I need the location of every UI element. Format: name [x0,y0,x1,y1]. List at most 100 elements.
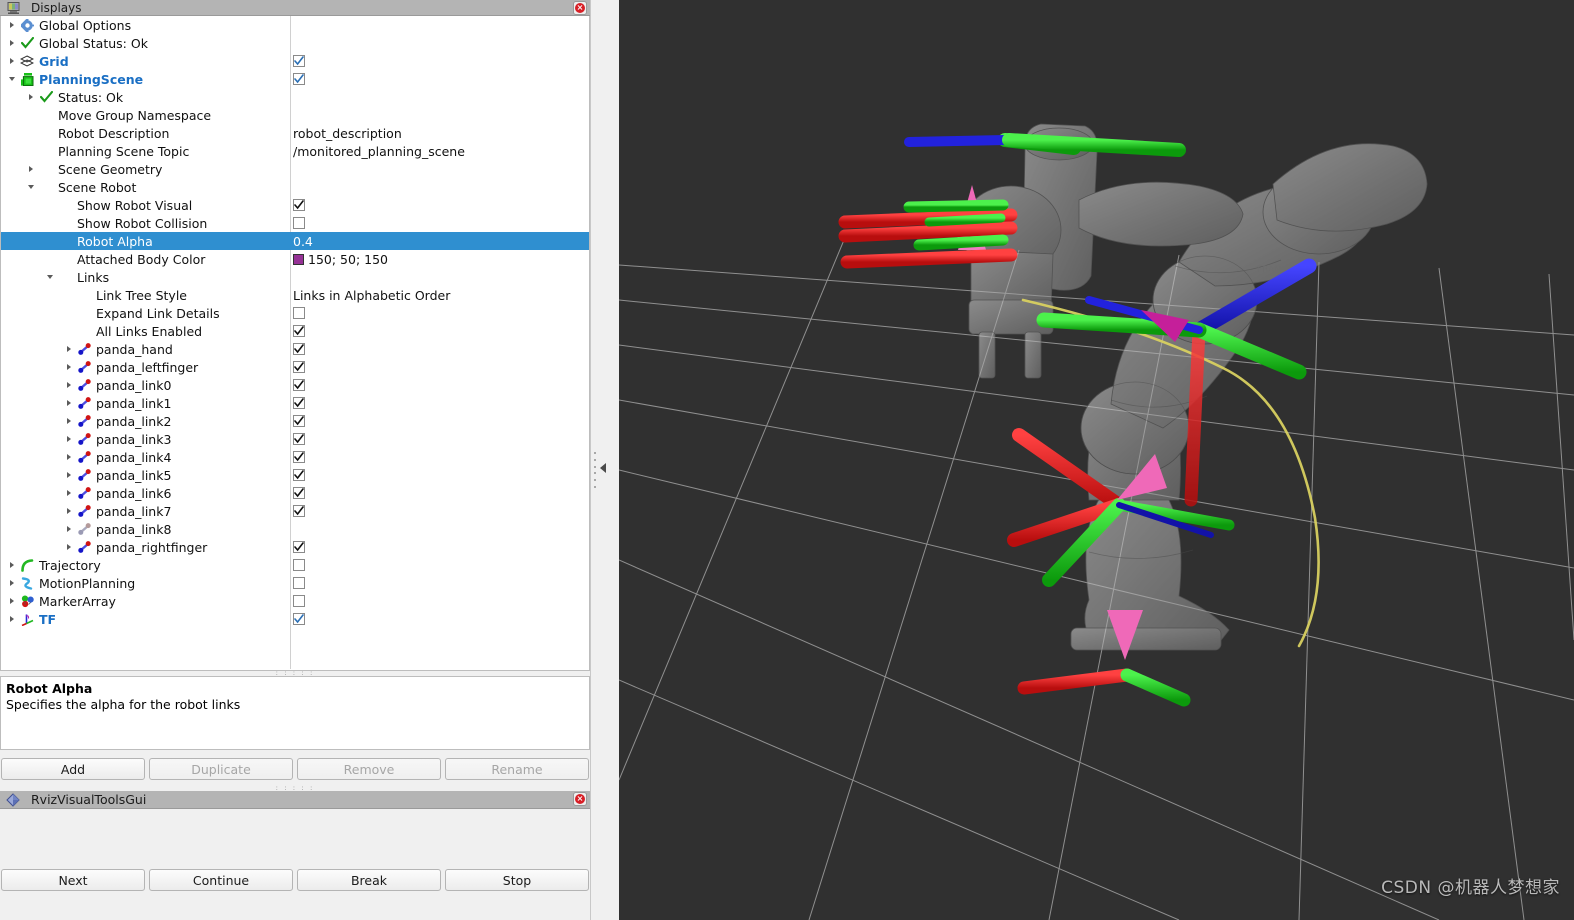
tree-row-value-cell: robot_description [293,124,402,142]
tree-row-link-tree-style[interactable]: Link Tree Style Links in Alphabetic Order [1,286,589,304]
tree-row-robot-alpha[interactable]: Robot Alpha 0.4 [1,232,589,250]
checkbox-markerarray[interactable] [293,595,305,607]
checkbox-show-robot-visual[interactable] [293,199,305,211]
checkbox-expand-link-details[interactable] [293,307,305,319]
tree-row-label: Expand Link Details [96,305,220,321]
checkbox-panda-hand[interactable] [293,343,305,355]
checkbox-panda-link4[interactable] [293,451,305,463]
chevron-right-icon[interactable] [62,412,75,430]
collapse-left-arrow-icon[interactable] [600,463,606,473]
tree-row-planning-scene-topic[interactable]: Planning Scene Topic/monitored_planning_… [1,142,589,160]
tree-row-panda-rightfinger[interactable]: panda_rightfinger [1,538,589,556]
tree-row-panda-link1[interactable]: panda_link1 [1,394,589,412]
tree-row-all-links-enabled[interactable]: All Links Enabled [1,322,589,340]
checkbox-panda-link0[interactable] [293,379,305,391]
tree-row-panda-link4[interactable]: panda_link4 [1,448,589,466]
checkbox-tf[interactable] [293,613,305,625]
chevron-right-icon[interactable] [62,376,75,394]
rviz-visual-tools-close-button[interactable]: × [573,792,587,806]
chevron-down-icon[interactable] [5,70,18,88]
tree-row-show-robot-visual[interactable]: Show Robot Visual [1,196,589,214]
tree-row-value[interactable]: /monitored_planning_scene [293,144,465,159]
tree-row-scene-robot[interactable]: Scene Robot [1,178,589,196]
displays-tree[interactable]: Global Options Global Status: Ok Grid Plann… [0,16,590,671]
chevron-right-icon[interactable] [5,574,18,592]
tree-row-panda-link5[interactable]: panda_link5 [1,466,589,484]
chevron-right-icon[interactable] [62,520,75,538]
chevron-right-icon[interactable] [5,16,18,34]
checkbox-grid[interactable] [293,55,305,67]
chevron-right-icon[interactable] [62,340,75,358]
checkbox-all-links-enabled[interactable] [293,325,305,337]
tree-row-attached-body-color[interactable]: Attached Body Color 150; 50; 150 [1,250,589,268]
checkbox-panda-link3[interactable] [293,433,305,445]
chevron-right-icon[interactable] [62,484,75,502]
tree-row-motionplanning[interactable]: MotionPlanning [1,574,589,592]
description-text: Specifies the alpha for the robot links [6,697,241,712]
chevron-down-icon[interactable] [24,178,37,196]
checkbox-panda-link2[interactable] [293,415,305,427]
chevron-right-icon[interactable] [5,34,18,52]
checkbox-panda-link1[interactable] [293,397,305,409]
tree-row-global-status-ok[interactable]: Global Status: Ok [1,34,589,52]
chevron-right-icon[interactable] [62,448,75,466]
tree-row-panda-leftfinger[interactable]: panda_leftfinger [1,358,589,376]
tree-row-trajectory[interactable]: Trajectory [1,556,589,574]
chevron-right-icon[interactable] [24,88,37,106]
chevron-right-icon[interactable] [62,358,75,376]
tree-row-panda-link8[interactable]: panda_link8 [1,520,589,538]
tree-row-robot-description[interactable]: Robot Description robot_description [1,124,589,142]
chevron-right-icon[interactable] [62,466,75,484]
tree-row-tf[interactable]: TF [1,610,589,628]
3d-viewport[interactable]: FRANKA CSDN @机器人梦想家 [619,0,1574,920]
tree-row-scene-geometry[interactable]: Scene Geometry [1,160,589,178]
tree-row-panda-hand[interactable]: panda_hand [1,340,589,358]
chevron-right-icon[interactable] [24,160,37,178]
checkbox-panda-link5[interactable] [293,469,305,481]
tree-row-panda-link7[interactable]: panda_link7 [1,502,589,520]
tree-row-markerarray[interactable]: MarkerArray [1,592,589,610]
chevron-right-icon[interactable] [5,556,18,574]
tree-row-show-robot-collision[interactable]: Show Robot Collision [1,214,589,232]
chevron-right-icon[interactable] [62,430,75,448]
tree-row-value[interactable]: 0.4 [293,234,313,249]
checkbox-planningscene[interactable] [293,73,305,85]
checkbox-panda-link6[interactable] [293,487,305,499]
tree-row-panda-link2[interactable]: panda_link2 [1,412,589,430]
checkbox-trajectory[interactable] [293,559,305,571]
tree-row-name-cell: TF [1,610,290,628]
next-button[interactable]: Next [1,869,145,891]
tree-row-global-options[interactable]: Global Options [1,16,589,34]
tree-row-links[interactable]: Links [1,268,589,286]
tree-row-planningscene[interactable]: PlanningScene [1,70,589,88]
checkbox-panda-link7[interactable] [293,505,305,517]
chevron-down-icon[interactable] [43,268,56,286]
tree-row-status-ok[interactable]: Status: Ok [1,88,589,106]
checkbox-panda-rightfinger[interactable] [293,541,305,553]
continue-button[interactable]: Continue [149,869,293,891]
tree-row-grid[interactable]: Grid [1,52,589,70]
tree-row-move-group-namespace[interactable]: Move Group Namespace [1,106,589,124]
tree-row-value[interactable]: robot_description [293,126,402,141]
chevron-right-icon[interactable] [62,394,75,412]
checkbox-panda-leftfinger[interactable] [293,361,305,373]
chevron-right-icon[interactable] [5,52,18,70]
tree-row-panda-link3[interactable]: panda_link3 [1,430,589,448]
tree-row-panda-link6[interactable]: panda_link6 [1,484,589,502]
tree-row-expand-link-details[interactable]: Expand Link Details [1,304,589,322]
tree-row-panda-link0[interactable]: panda_link0 [1,376,589,394]
add-button[interactable]: Add [1,758,145,780]
color-swatch[interactable] [293,253,304,265]
displays-close-button[interactable]: × [573,1,587,15]
checkbox-show-robot-collision[interactable] [293,217,305,229]
break-button[interactable]: Break [297,869,441,891]
chevron-right-icon[interactable] [62,538,75,556]
chevron-right-icon[interactable] [5,592,18,610]
chevron-right-icon[interactable] [5,610,18,628]
stop-button[interactable]: Stop [445,869,589,891]
chevron-right-icon[interactable] [62,502,75,520]
tree-row-value[interactable]: Links in Alphabetic Order [293,288,450,303]
link-icon [75,485,93,501]
dock-splitter[interactable] [590,0,619,920]
checkbox-motionplanning[interactable] [293,577,305,589]
